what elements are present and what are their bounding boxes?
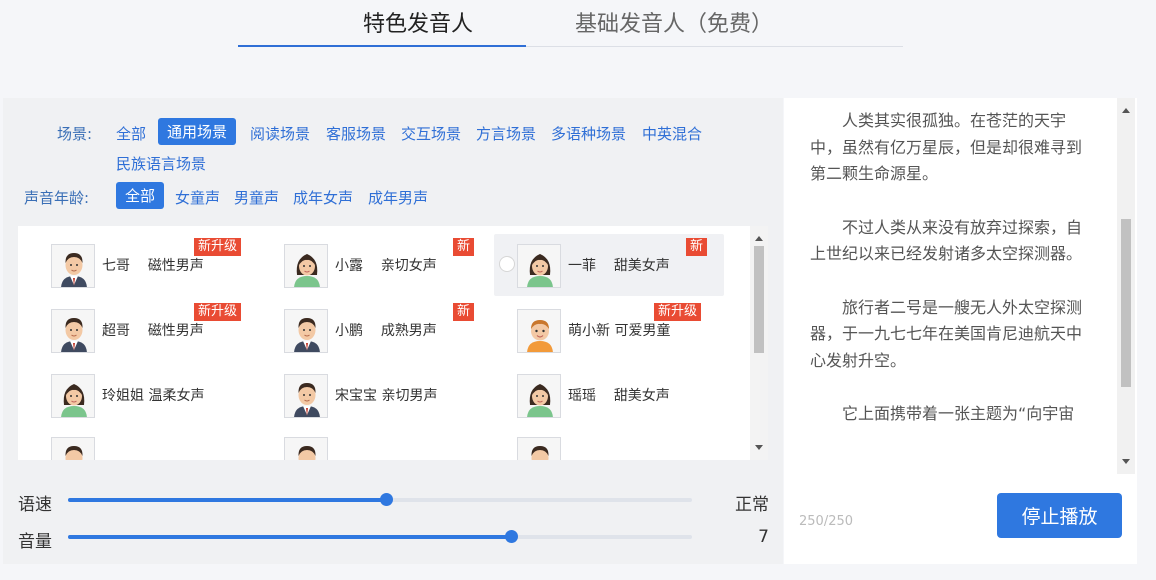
volume-label: 音量 — [18, 532, 52, 552]
voice-list-scrollbar[interactable] — [750, 226, 768, 460]
voice-select-radio[interactable] — [499, 256, 515, 272]
female-avatar — [517, 244, 561, 288]
scroll-down-icon[interactable] — [755, 445, 763, 450]
voice-card-chaoge[interactable]: 超哥 磁性男声 新升级 — [28, 299, 258, 361]
male-avatar — [517, 437, 561, 460]
new-upgrade-badge: 新升级 — [654, 303, 702, 321]
voice-card-songbaobao[interactable]: 宋宝宝 亲切男声 — [261, 364, 491, 426]
age-filter-girl[interactable]: 女童声 — [175, 187, 220, 208]
voice-tabs: 特色发音人 基础发音人（免费） — [238, 0, 903, 47]
age-filter-adult-male[interactable]: 成年男声 — [368, 187, 428, 208]
voice-selection-panel: 场景: 全部 通用场景 阅读场景 客服场景 交互场景 方言场景 多语种场景 中英… — [3, 98, 783, 564]
speed-slider[interactable] — [68, 493, 692, 506]
age-filter-boy[interactable]: 男童声 — [234, 187, 279, 208]
scene-filter-ethnic-languages[interactable]: 民族语言场景 — [116, 153, 206, 174]
speed-slider-knob[interactable] — [380, 493, 394, 506]
age-filter-adult-female[interactable]: 成年女声 — [293, 187, 353, 208]
voice-name: 瑶瑶 甜美女声 — [568, 388, 670, 404]
text-paragraph: 人类其实很孤独。在苍茫的天宇中，虽然有亿万星辰，但是却很难寻到第二颗生命源星。 — [810, 111, 1083, 183]
voice-name: 玲姐姐 温柔女声 — [102, 388, 205, 404]
scene-filter-reading[interactable]: 阅读场景 — [250, 123, 310, 144]
scroll-up-icon[interactable] — [755, 236, 763, 241]
voice-name: 萌小新 可爱男童 — [568, 323, 671, 339]
male-avatar — [51, 309, 95, 353]
tab-active-indicator — [238, 45, 526, 47]
text-paragraph: 它上面携带着一张主题为“向宇宙 — [842, 404, 1075, 423]
female-avatar — [284, 244, 328, 288]
scene-filter-all[interactable]: 全部 — [116, 123, 146, 144]
voice-name: 小露 亲切女声 — [335, 258, 437, 274]
scene-filter-service[interactable]: 客服场景 — [326, 123, 386, 144]
voice-name: 超哥 磁性男声 — [102, 323, 204, 339]
text-scrollbar[interactable] — [1117, 98, 1135, 474]
voice-card-qige[interactable]: 七哥 磁性男声 新升级 — [28, 234, 258, 296]
scroll-up-icon[interactable] — [1122, 108, 1130, 113]
voice-card-lingjiejie[interactable]: 玲姐姐 温柔女声 — [28, 364, 258, 426]
voice-card-yifei[interactable]: 一菲 甜美女声 新 — [494, 234, 724, 296]
tab-featured-voices[interactable]: 特色发音人 — [363, 6, 473, 38]
male-avatar — [284, 374, 328, 418]
text-paragraph: 不过人类从来没有放弃过探索，自上世纪以来已经发射诸多太空探测器。 — [810, 217, 1083, 264]
voice-list: 七哥 磁性男声 新升级 小露 亲切女声 新 一菲 甜美女声 新 超哥 磁性男声 … — [18, 226, 768, 460]
text-paragraph: 旅行者二号是一艘无人外太空探测器，于一九七七年在美国肯尼迪航天中心发射升空。 — [810, 297, 1083, 370]
text-input-area[interactable]: 人类其实很孤独。在苍茫的天宇中，虽然有亿万星辰，但是却很难寻到第二颗生命源星。 … — [810, 108, 1092, 478]
speed-label: 语速 — [18, 495, 52, 515]
speed-value: 正常 — [735, 495, 769, 515]
scene-filter-multilingual[interactable]: 多语种场景 — [551, 123, 626, 144]
tab-basic-voices[interactable]: 基础发音人（免费） — [575, 6, 773, 38]
male-avatar — [284, 437, 328, 460]
text-scroll-thumb[interactable] — [1121, 218, 1131, 387]
scene-filter-general[interactable]: 通用场景 — [158, 118, 237, 145]
male-avatar — [51, 244, 95, 288]
voice-card-xiaopeng[interactable]: 小鹏 成熟男声 新 — [261, 299, 491, 361]
voice-name: 一菲 甜美女声 — [568, 258, 670, 274]
volume-slider-knob[interactable] — [505, 530, 519, 543]
female-avatar — [51, 374, 95, 418]
age-filter-all[interactable]: 全部 — [116, 182, 165, 209]
child-avatar — [517, 309, 561, 353]
scene-filter-dialect[interactable]: 方言场景 — [476, 123, 536, 144]
new-badge: 新 — [453, 238, 475, 256]
scene-filter-label: 场景: — [57, 125, 93, 143]
new-upgrade-badge: 新升级 — [194, 238, 242, 256]
scroll-down-icon[interactable] — [1122, 459, 1130, 464]
voice-name: 小鹏 成熟男声 — [335, 323, 437, 339]
stop-playback-button[interactable]: 停止播放 — [997, 493, 1122, 538]
new-badge: 新 — [453, 303, 475, 321]
voice-card-mengxiaoxin[interactable]: 萌小新 可爱男童 新升级 — [494, 299, 724, 361]
new-badge: 新 — [686, 238, 708, 256]
volume-value: 7 — [758, 527, 769, 547]
voice-name: 七哥 磁性男声 — [102, 258, 204, 274]
age-filter-label: 声音年龄: — [24, 189, 90, 207]
character-count: 250/250 — [799, 514, 854, 529]
scene-filter-cn-en-mixed[interactable]: 中英混合 — [642, 123, 702, 144]
female-avatar — [517, 374, 561, 418]
male-avatar — [51, 437, 95, 460]
new-upgrade-badge: 新升级 — [194, 303, 242, 321]
volume-slider[interactable] — [68, 530, 692, 543]
voice-name: 宋宝宝 亲切男声 — [335, 388, 438, 404]
voice-card-yaoyao[interactable]: 瑶瑶 甜美女声 — [494, 364, 724, 426]
voice-card-xiaolu[interactable]: 小露 亲切女声 新 — [261, 234, 491, 296]
voice-list-scroll-thumb[interactable] — [754, 246, 764, 353]
volume-slider-fill — [68, 535, 512, 539]
scene-filter-interactive[interactable]: 交互场景 — [401, 123, 461, 144]
text-panel: 人类其实很孤独。在苍茫的天宇中，虽然有亿万星辰，但是却很难寻到第二颗生命源星。 … — [784, 98, 1137, 564]
speed-slider-fill — [68, 498, 387, 502]
male-avatar — [284, 309, 328, 353]
